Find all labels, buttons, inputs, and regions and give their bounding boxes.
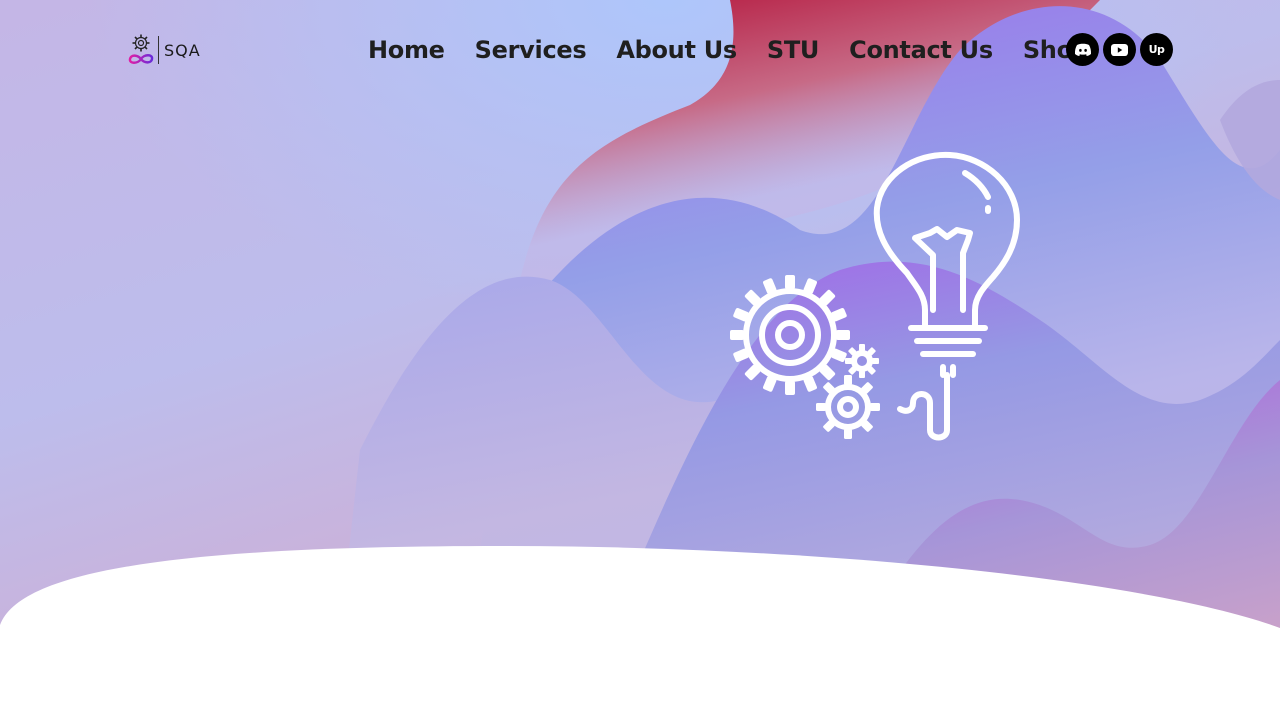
hero-bottom-curve: [0, 546, 1280, 720]
site-logo[interactable]: SQA: [127, 33, 201, 67]
upwork-button[interactable]: Up: [1140, 33, 1173, 66]
nav-about-us[interactable]: About Us: [616, 36, 737, 64]
nav-home[interactable]: Home: [368, 36, 445, 64]
logo-divider: [158, 36, 159, 64]
social-links: Up: [1066, 33, 1173, 66]
nav-stu[interactable]: STU: [767, 36, 820, 64]
discord-button[interactable]: [1066, 33, 1099, 66]
youtube-icon: [1111, 43, 1128, 56]
main-nav: Home Services About Us STU Contact Us Sh…: [368, 30, 1090, 70]
page: SQA Home Services About Us STU Contact U…: [0, 0, 1280, 720]
lightbulb-gears-icon: [730, 151, 1020, 441]
youtube-button[interactable]: [1103, 33, 1136, 66]
site-header: SQA Home Services About Us STU Contact U…: [0, 0, 1280, 100]
nav-services[interactable]: Services: [475, 36, 587, 64]
discord-icon: [1074, 43, 1091, 56]
gear-infinity-icon: [128, 34, 154, 64]
logo-text: SQA: [164, 40, 201, 60]
upwork-icon: Up: [1148, 43, 1165, 56]
nav-contact-us[interactable]: Contact Us: [849, 36, 993, 64]
